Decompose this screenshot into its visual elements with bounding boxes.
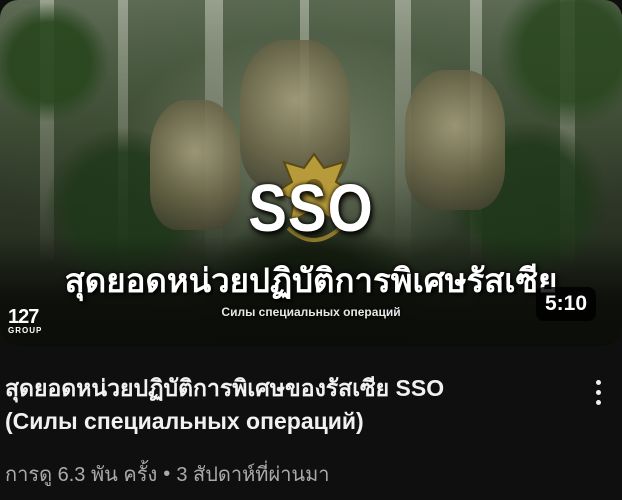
video-stats: การดู 6.3 พัน ครั้ง • 3 สัปดาห์ที่ผ่านมา xyxy=(5,458,565,490)
thumbnail-russian-subtitle: Силы специальных операций xyxy=(221,305,401,319)
channel-logo-number: 127 xyxy=(8,306,39,328)
video-title-line-1: สุดยอดหน่วยปฏิบัติการพิเศษของรัสเซีย SSO xyxy=(5,375,445,401)
upload-age: 3 สัปดาห์ที่ผ่านมา xyxy=(176,464,330,486)
thumbnail-headline: SSO xyxy=(248,171,374,246)
video-thumbnail[interactable]: SSO สุดยอดหน่วยปฏิบัติการพิเศษรัสเซีย Си… xyxy=(0,0,622,346)
video-title-line-2: (Силы специальных операций) xyxy=(5,408,364,434)
video-meta: สุดยอดหน่วยปฏิบัติการพิเศษของรัสเซีย SSO… xyxy=(5,372,565,490)
channel-logo-word: GROUP xyxy=(8,326,43,335)
channel-logo: 127 GROUP xyxy=(8,307,60,335)
thumbnail-thai-title: สุดยอดหน่วยปฏิบัติการพิเศษรัสเซีย xyxy=(64,262,558,299)
view-count: การดู 6.3 พัน ครั้ง xyxy=(5,464,158,486)
video-title[interactable]: สุดยอดหน่วยปฏิบัติการพิเศษของรัสเซีย SSO… xyxy=(5,372,565,438)
video-card[interactable]: SSO สุดยอดหน่วยปฏิบัติการพิเศษรัสเซีย Си… xyxy=(0,0,622,500)
stats-separator: • xyxy=(163,462,171,485)
duration-badge: 5:10 xyxy=(535,287,596,321)
more-vert-icon[interactable] xyxy=(584,372,612,412)
